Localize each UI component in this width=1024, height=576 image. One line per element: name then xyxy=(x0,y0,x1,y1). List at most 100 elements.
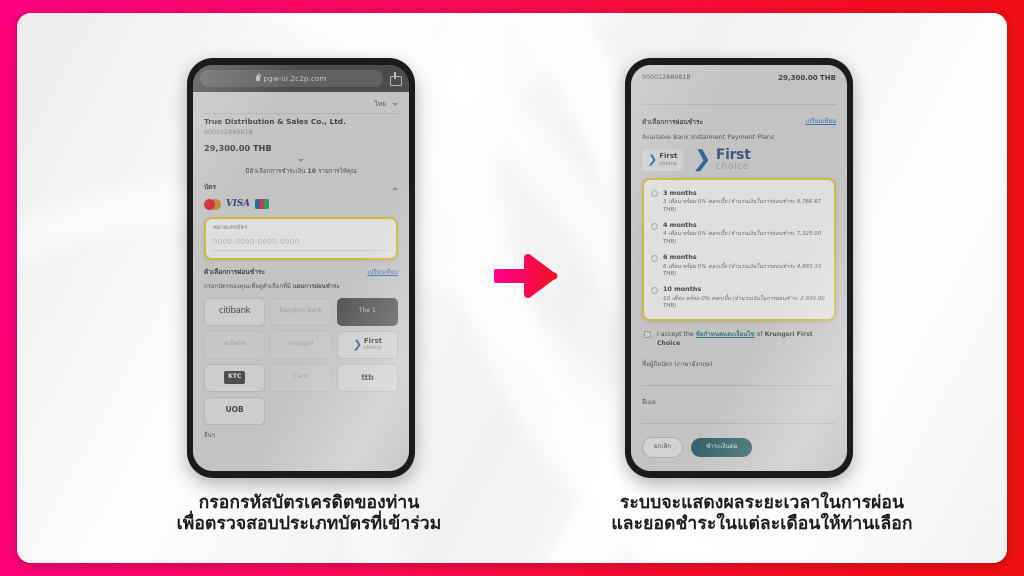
radio-icon[interactable] xyxy=(651,286,658,294)
installment-section-title: ตัวเลือกการผ่อนชำระ xyxy=(204,268,266,277)
order-number: 90001288981B xyxy=(642,73,691,81)
cancel-button[interactable]: ยกเลิก xyxy=(642,436,684,458)
installment-section-header: ตัวเลือกการผ่อนชำระ เปรียบเทียบ xyxy=(204,268,398,278)
compare-link[interactable]: เปรียบเทียบ xyxy=(805,118,836,127)
plan-description: 10 เดือน พร้อม 0% ดอกเบี้ย (จำนวนเงินในก… xyxy=(663,295,825,310)
chevron-down-icon xyxy=(392,103,398,107)
plan-title: 10 months xyxy=(663,285,702,294)
card-number-field[interactable]: หมายเลขบัตร 0000-0000-0000-0000 xyxy=(204,216,398,261)
bank-tile-the-1-card[interactable]: The 1 xyxy=(336,297,398,326)
terms-accept-row[interactable]: I accept the ข้อกำหนดและเงื่อนไข of Krun… xyxy=(642,330,836,349)
card-number-input[interactable]: 0000-0000-0000-0000 xyxy=(213,237,389,252)
field-underline xyxy=(642,422,836,424)
uob-logo: UOB xyxy=(225,405,244,415)
slide-stage: pgw-ui.2c2p.com ไทย True Distribution & … xyxy=(17,13,1007,563)
plan-description: 6 เดือน พร้อม 0% ดอกเบี้ย (จำนวนเงินในกา… xyxy=(663,263,822,277)
first-choice-logo: ❯ First choice xyxy=(351,337,382,352)
bank-tile-krungsri[interactable]: krungsri xyxy=(270,330,332,359)
collapse-toggle[interactable] xyxy=(204,159,398,163)
accept-prefix: I accept the xyxy=(657,330,696,338)
divider xyxy=(642,104,836,106)
accept-middle: of xyxy=(754,330,765,338)
swoosh-icon: ❯ xyxy=(647,153,658,167)
mastercard-logo xyxy=(204,198,221,210)
plan-description: 3 เดือน พร้อม 0% ดอกเบี้ย (จำนวนเงินในกา… xyxy=(663,199,822,213)
accepted-card-logos: VISA xyxy=(204,198,398,211)
terms-link[interactable]: ข้อกำหนดและเงื่อนไข xyxy=(696,331,755,338)
logo-text-first: First xyxy=(659,151,678,160)
plan-option[interactable]: 10 months 10 เดือน พร้อม 0% ดอกเบี้ย (จำ… xyxy=(651,282,827,314)
first-choice-logo-large: ❯ First choice xyxy=(692,146,751,172)
left-checkout-page: ไทย True Distribution & Sales Co., Ltd. … xyxy=(193,92,409,471)
bank-tile-bangkok-bank[interactable]: Bangkok Bank xyxy=(270,297,332,326)
ktc-logo: KTC xyxy=(224,371,246,384)
bank-tile-first-choice[interactable]: ❯ First choice xyxy=(336,330,398,359)
promo-count: 10 xyxy=(307,168,317,176)
left-phone-screen: pgw-ui.2c2p.com ไทย True Distribution & … xyxy=(193,65,409,471)
plan-option[interactable]: 4 months 4 เดือน พร้อม 0% ดอกเบี้ย (จำนว… xyxy=(651,218,827,250)
outer-gradient-frame: pgw-ui.2c2p.com ไทย True Distribution & … xyxy=(0,0,1024,576)
email-field[interactable]: อีเมล xyxy=(642,399,836,424)
bank-tile-ktc[interactable]: KTC xyxy=(204,363,266,392)
order-number: 90001288981B xyxy=(204,129,253,137)
swoosh-icon: ❯ xyxy=(692,146,714,172)
promo-suffix: รายการให้คุณ xyxy=(316,168,357,176)
jcb-logo xyxy=(254,199,269,210)
card-section-header: บัตร xyxy=(204,183,398,193)
accept-checkbox[interactable] xyxy=(644,330,651,338)
right-phone-mockup: 90001288981B 29,300.00 THB ตัวเลือกการผ่… xyxy=(625,58,853,478)
right-phone-screen: 90001288981B 29,300.00 THB ตัวเลือกการผ่… xyxy=(631,65,847,471)
cardholder-name-field[interactable]: ชื่อผู้ถือบัตร (ภาษาอังกฤษ) xyxy=(642,361,836,386)
url-pill[interactable]: pgw-ui.2c2p.com xyxy=(200,70,383,87)
radio-icon[interactable] xyxy=(651,222,658,230)
right-arrow-icon xyxy=(494,254,558,298)
plan-option[interactable]: 3 months 3 เดือน พร้อม 0% ดอกเบี้ย (จำนว… xyxy=(651,185,827,217)
plan-option[interactable]: 6 months 6 เดือน พร้อม 0% ดอกเบี้ย (จำนว… xyxy=(651,250,827,282)
card-section-title: บัตร xyxy=(204,183,217,192)
merchant-name: True Distribution & Sales Co., Ltd. xyxy=(204,116,346,126)
installment-hint: กรอกบัตรของคุณเพื่อดูตัวเลือกที่มี แผนกา… xyxy=(204,283,398,292)
language-value: ไทย xyxy=(374,100,386,108)
visa-logo: VISA xyxy=(226,198,250,209)
divider xyxy=(204,112,398,114)
citibank-logo: citibank xyxy=(219,306,251,317)
hint-text: กรอกบัตรของคุณเพื่อดูตัวเลือกที่มี xyxy=(204,282,293,290)
order-amount: 29,300.00 THB xyxy=(778,74,836,82)
installment-section-title: ตัวเลือกการผ่อนชำระ xyxy=(642,118,704,127)
bank-tile-ttb[interactable]: ttb xyxy=(336,363,398,392)
order-summary-row: 90001288981B 29,300.00 THB xyxy=(642,73,836,83)
bank-tile-uob[interactable]: UOB xyxy=(204,396,266,425)
central-card-logo: Card xyxy=(293,373,309,381)
email-label: อีเมล xyxy=(642,398,656,406)
bank-tile-central-card[interactable]: Card xyxy=(270,363,332,392)
radio-icon[interactable] xyxy=(651,190,658,198)
pay-button[interactable]: ชำระเงินต่อ xyxy=(691,437,753,457)
lock-icon xyxy=(256,73,262,81)
installment-plan-list: 3 months 3 เดือน พร้อม 0% ดอกเบี้ย (จำนว… xyxy=(642,178,836,321)
bank-tile-scb[interactable]: scbabb xyxy=(204,330,266,359)
accept-text: I accept the ข้อกำหนดและเงื่อนไข of Krun… xyxy=(657,330,836,349)
hint-bold: แผนการผ่อนชำระ xyxy=(292,282,340,290)
radio-icon[interactable] xyxy=(651,254,658,262)
right-installment-page: 90001288981B 29,300.00 THB ตัวเลือกการผ่… xyxy=(631,65,847,471)
other-options-link[interactable]: อื่นๆ xyxy=(204,432,398,441)
share-icon[interactable] xyxy=(388,72,402,86)
bank-tile-citibank[interactable]: citibank xyxy=(204,297,266,326)
left-caption: กรอกรหัสบัตรเครดิตของท่าน เพื่อตรวจสอบปร… xyxy=(176,493,442,535)
card-number-label: หมายเลขบัตร xyxy=(213,224,248,231)
chevron-up-icon[interactable] xyxy=(392,186,398,190)
promo-banner: มีตัวเลือกการชำระเงิน 10 รายการให้คุณ xyxy=(204,167,398,176)
order-amount: 29,300.00 THB xyxy=(204,143,272,154)
language-selector[interactable]: ไทย xyxy=(204,100,398,110)
compare-link[interactable]: เปรียบเทียบ xyxy=(367,269,398,278)
plan-title: 6 months xyxy=(663,253,697,262)
url-text: pgw-ui.2c2p.com xyxy=(263,74,327,83)
logo-text-choice: choice xyxy=(659,160,677,167)
left-phone-mockup: pgw-ui.2c2p.com ไทย True Distribution & … xyxy=(187,58,415,478)
right-caption: ระบบจะแสดงผลระยะเวลาในการผ่อน และยอดชำระ… xyxy=(611,493,913,535)
logo-text-choice: choice xyxy=(715,160,749,172)
ttb-logo: ttb xyxy=(361,372,374,382)
bank-logo-grid: citibank Bangkok Bank The 1 scbabb krung… xyxy=(204,297,398,425)
bangkok-bank-logo: Bangkok Bank xyxy=(279,307,323,315)
installment-section-header: ตัวเลือกการผ่อนชำระ เปรียบเทียบ xyxy=(642,118,836,128)
